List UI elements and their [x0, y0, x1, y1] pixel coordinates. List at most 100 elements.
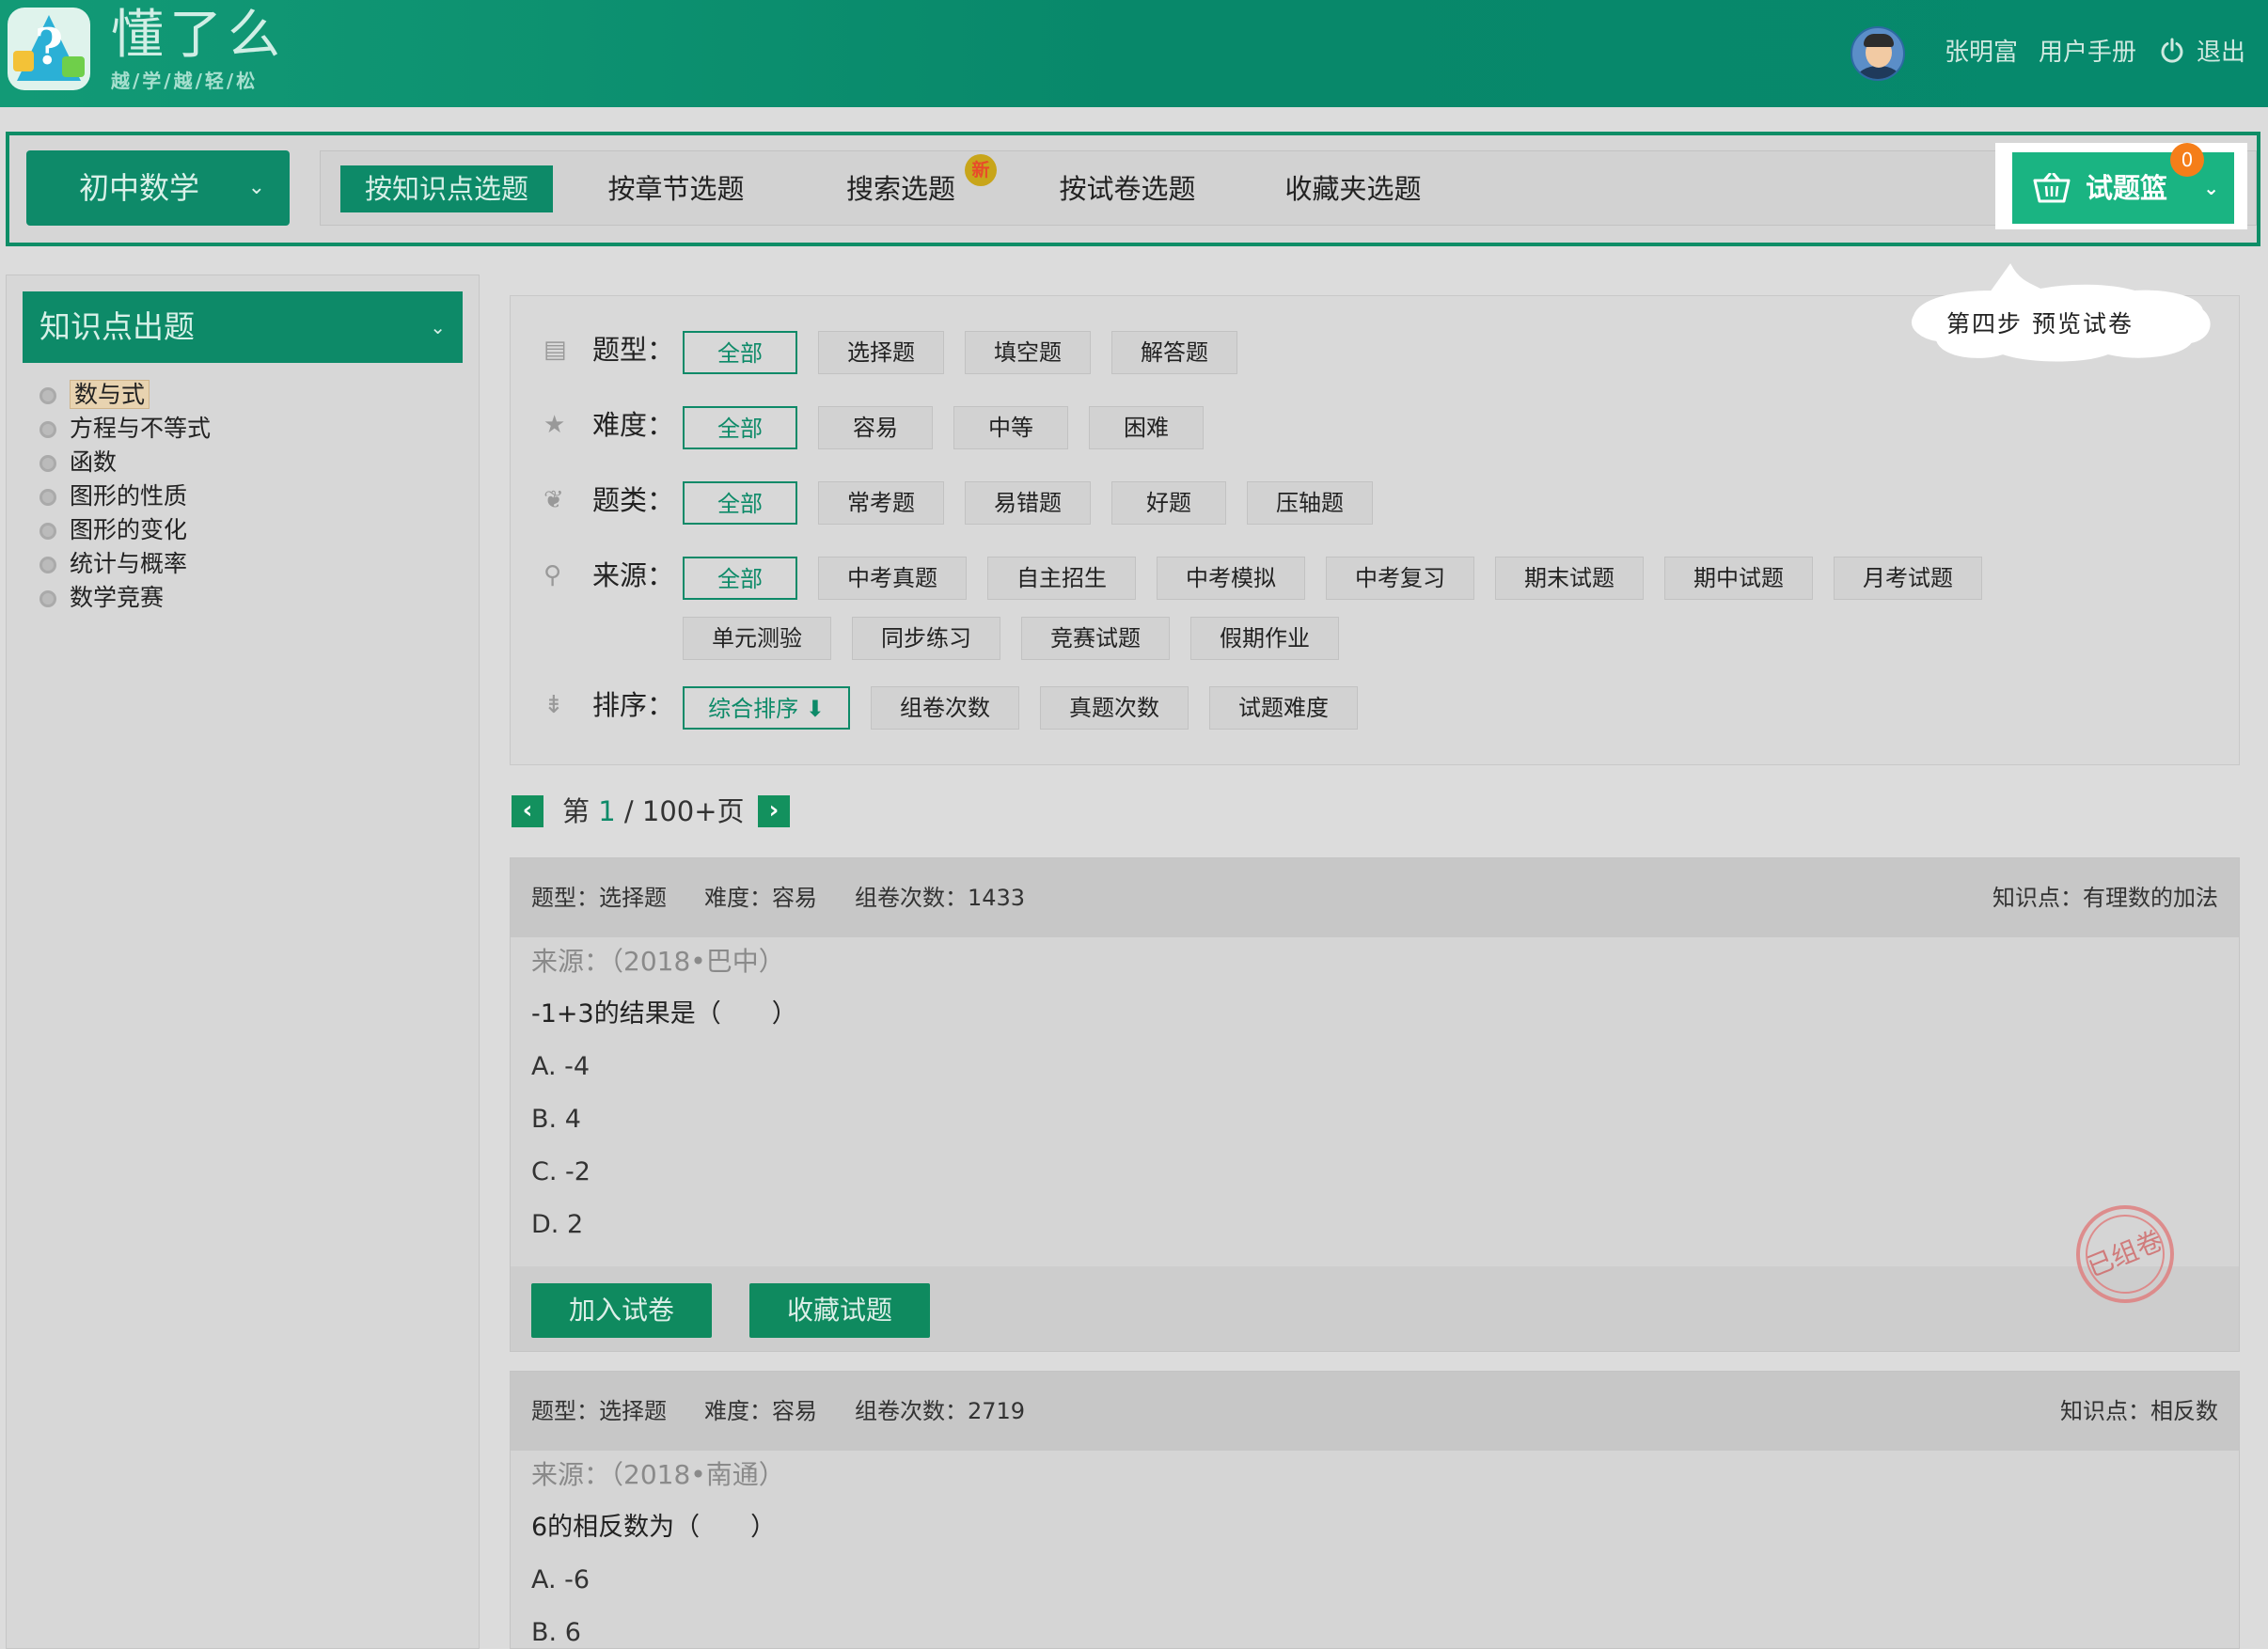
filter-source-final[interactable]: 期末试题 [1495, 557, 1644, 600]
chevron-down-icon: ⌄ [430, 316, 446, 338]
filter-category-final[interactable]: 压轴题 [1247, 481, 1373, 525]
tab-favorites[interactable]: 收藏夹选题 [1247, 165, 1459, 212]
question-actions: 加入试卷 收藏试题 [511, 1266, 2239, 1351]
expand-icon[interactable] [39, 455, 56, 472]
expand-icon[interactable] [39, 489, 56, 506]
prev-page-button[interactable]: ‹ [512, 795, 543, 827]
filter-difficulty-label: ★ 难度： [543, 409, 675, 441]
expand-icon[interactable] [39, 590, 56, 607]
add-to-paper-button[interactable]: 加入试卷 [531, 1283, 712, 1338]
sort-overall[interactable]: 综合排序 ⬇ [683, 686, 850, 730]
tree-item-numbers[interactable]: 数与式 [39, 378, 150, 412]
user-manual-link[interactable]: 用户手册 [2039, 36, 2136, 70]
tree-item-competition[interactable]: 数学竞赛 [39, 581, 164, 615]
tree-item-shape-transform[interactable]: 图形的变化 [39, 513, 187, 547]
expand-icon[interactable] [39, 421, 56, 438]
power-icon[interactable] [2159, 38, 2185, 64]
filter-type-label: ▤ 题型： [543, 334, 675, 366]
filter-source-holiday[interactable]: 假期作业 [1190, 617, 1339, 660]
star-icon: ★ [543, 411, 566, 439]
filter-sort-label: ⇟ 排序： [543, 689, 675, 721]
filter-type-choice[interactable]: 选择题 [818, 331, 944, 374]
question-header: 题型：选择题 难度：容易 组卷次数：1433 知识点：有理数的加法 [511, 858, 2239, 937]
user-name-link[interactable]: 张明富 [1945, 36, 2018, 70]
expand-icon[interactable] [39, 557, 56, 573]
question-card: 题型：选择题 难度：容易 组卷次数：1433 知识点：有理数的加法 来源：（20… [510, 857, 2240, 1352]
filter-source-unit[interactable]: 单元测验 [683, 617, 831, 660]
basket-icon [2033, 173, 2071, 203]
question-option: D. 2 [531, 1210, 584, 1239]
question-header: 题型：选择题 难度：容易 组卷次数：2719 知识点：相反数 [511, 1372, 2239, 1451]
tree-item-label: 函数 [70, 448, 118, 476]
question-knowledge-point: 知识点：相反数 [2060, 1398, 2218, 1424]
filter-source-independent[interactable]: 自主招生 [987, 557, 1136, 600]
question-option: A. -6 [531, 1565, 591, 1594]
filter-source-monthly[interactable]: 月考试题 [1834, 557, 1982, 600]
sidebar-header[interactable]: 知识点出题 ⌄ [23, 291, 463, 363]
tree-item-statistics[interactable]: 统计与概率 [39, 547, 187, 581]
expand-icon[interactable] [39, 387, 56, 404]
logo-icon[interactable]: ? [8, 8, 90, 90]
basket-count-badge: 0 [2170, 143, 2204, 177]
chevron-down-icon: ⌄ [247, 176, 265, 199]
tree-item-label: 图形的性质 [70, 482, 188, 510]
step-callout-text: 第四步 预览试卷 [1946, 310, 2134, 338]
question-difficulty: 难度：容易 [704, 1398, 817, 1424]
logout-link[interactable]: 退出 [2197, 36, 2245, 70]
filter-type-fill[interactable]: 填空题 [965, 331, 1091, 374]
location-pin-icon: ⚲ [543, 561, 562, 589]
basket-label: 试题篮 [2086, 172, 2168, 204]
filter-category-good[interactable]: 好题 [1111, 481, 1226, 525]
question-source: 来源：（2018•巴中） [531, 946, 785, 977]
question-option: B. 6 [531, 1618, 581, 1647]
tree-item-label: 图形的变化 [70, 516, 188, 543]
tree-item-label: 数与式 [70, 380, 150, 409]
tab-paper[interactable]: 按试卷选题 [1021, 165, 1234, 212]
tab-knowledge[interactable]: 按知识点选题 [340, 165, 553, 212]
filter-category-error-prone[interactable]: 易错题 [965, 481, 1091, 525]
favorite-question-button[interactable]: 收藏试题 [749, 1283, 930, 1338]
brand-name: 懂了么 [111, 5, 286, 66]
filter-source-review[interactable]: 中考复习 [1326, 557, 1474, 600]
filter-source-contest[interactable]: 竞赛试题 [1021, 617, 1170, 660]
filter-difficulty-hard[interactable]: 困难 [1089, 406, 1204, 449]
sort-difficulty[interactable]: 试题难度 [1209, 686, 1358, 730]
filter-source-exam[interactable]: 中考真题 [818, 557, 967, 600]
question-stem: -1+3的结果是（ ） [531, 999, 797, 1029]
subject-label: 初中数学 [79, 170, 200, 206]
question-option: C. -2 [531, 1157, 591, 1186]
filter-category-all[interactable]: 全部 [683, 481, 797, 525]
next-page-button[interactable]: › [758, 795, 790, 827]
filter-type-answer[interactable]: 解答题 [1111, 331, 1237, 374]
tab-chapter[interactable]: 按章节选题 [568, 165, 784, 212]
filter-difficulty-easy[interactable]: 容易 [818, 406, 933, 449]
filter-source-all[interactable]: 全部 [683, 557, 797, 600]
sort-real-exam[interactable]: 真题次数 [1040, 686, 1189, 730]
top-header [0, 0, 2268, 107]
filter-difficulty-medium[interactable]: 中等 [953, 406, 1068, 449]
tree-item-label: 统计与概率 [70, 550, 188, 577]
question-card: 题型：选择题 难度：容易 组卷次数：2719 知识点：相反数 来源：（2018•… [510, 1371, 2240, 1649]
filter-source-label: ⚲ 来源： [543, 559, 675, 591]
filter-source-midterm[interactable]: 期中试题 [1664, 557, 1813, 600]
tree-item-shape-properties[interactable]: 图形的性质 [39, 479, 187, 513]
filter-source-sync[interactable]: 同步练习 [852, 617, 1000, 660]
filter-type-all[interactable]: 全部 [683, 331, 797, 374]
filter-source-mock[interactable]: 中考模拟 [1157, 557, 1305, 600]
tree-item-label: 方程与不等式 [70, 415, 212, 442]
tree-item-equations[interactable]: 方程与不等式 [39, 412, 211, 446]
brand-slogan: 越/学/越/轻/松 [111, 70, 259, 92]
expand-icon[interactable] [39, 523, 56, 540]
question-stem: 6的相反数为（ ） [531, 1513, 777, 1542]
question-type: 题型：选择题 [531, 1398, 667, 1424]
sort-usage[interactable]: 组卷次数 [871, 686, 1019, 730]
list-icon: ▤ [543, 336, 567, 364]
filter-difficulty-all[interactable]: 全部 [683, 406, 797, 449]
tree-item-label: 数学竞赛 [70, 584, 165, 611]
page-indicator: 第 1 / 100+页 [562, 795, 745, 827]
subject-select[interactable]: 初中数学 ⌄ [26, 150, 290, 226]
filter-category-common[interactable]: 常考题 [818, 481, 944, 525]
tree-item-functions[interactable]: 函数 [39, 446, 117, 479]
question-usage-count: 组卷次数：1433 [855, 885, 1026, 911]
user-avatar[interactable] [1851, 26, 1905, 81]
